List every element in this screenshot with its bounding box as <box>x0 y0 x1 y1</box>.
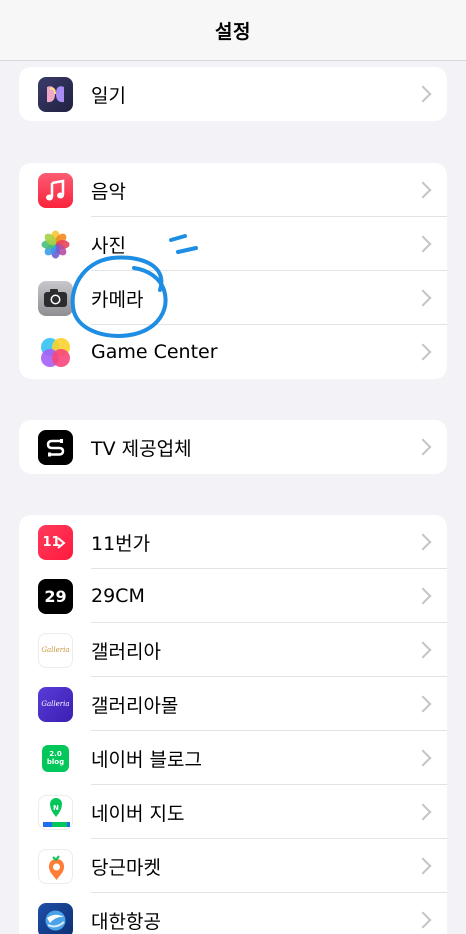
naver-blog-badge: 2.0 blog <box>42 744 69 772</box>
chevron-right-icon <box>414 695 432 713</box>
settings-row-korean-air[interactable]: 대한항공 <box>19 893 447 934</box>
settings-row-label: 갤러리아 <box>91 640 161 663</box>
settings-row-29cm[interactable]: 29 29CM <box>19 569 447 623</box>
naver-blog-icon: 2.0 blog <box>38 740 73 776</box>
settings-row-camera[interactable]: 카메라 <box>19 271 447 325</box>
naver-map-icon: N <box>38 794 73 830</box>
settings-row-game-center[interactable]: Game Center <box>19 325 447 379</box>
settings-row-journal[interactable]: 일기 <box>19 67 447 121</box>
settings-group-apps: 11 11번가 29 29CM Galleria 갤러리아 Galleria 갤… <box>19 515 447 934</box>
settings-row-galleria[interactable]: Galleria 갤러리아 <box>19 623 447 677</box>
settings-row-label: 11번가 <box>91 532 151 555</box>
settings-group-media: 음악 사진 카메라 Game Center <box>19 163 447 379</box>
settings-row-label: Game Center <box>91 341 218 363</box>
chevron-right-icon <box>414 85 432 103</box>
settings-row-label: 대한항공 <box>91 910 161 933</box>
chevron-right-icon <box>414 749 432 767</box>
chevron-right-icon <box>414 235 432 253</box>
tv-provider-icon <box>38 429 73 465</box>
chevron-right-icon <box>414 438 432 456</box>
chevron-right-icon <box>414 181 432 199</box>
settings-row-music[interactable]: 음악 <box>19 163 447 217</box>
chevron-right-icon <box>414 911 432 929</box>
11st-icon: 11 <box>38 524 73 560</box>
page-title: 설정 <box>215 20 251 43</box>
settings-row-naver-blog[interactable]: 2.0 blog 네이버 블로그 <box>19 731 447 785</box>
chevron-right-icon <box>414 343 432 361</box>
chevron-right-icon <box>414 641 432 659</box>
settings-row-11st[interactable]: 11 11번가 <box>19 515 447 569</box>
settings-row-label: 네이버 지도 <box>91 802 185 825</box>
settings-row-label: 네이버 블로그 <box>91 748 202 771</box>
settings-row-label: TV 제공업체 <box>91 437 192 460</box>
settings-row-label: 갤러리아몰 <box>91 694 179 717</box>
settings-row-daangn[interactable]: 당근마켓 <box>19 839 447 893</box>
settings-row-photos[interactable]: 사진 <box>19 217 447 271</box>
29cm-icon: 29 <box>38 578 73 614</box>
galleria-mall-icon: Galleria <box>38 686 73 722</box>
settings-row-label: 29CM <box>91 585 145 607</box>
chevron-right-icon <box>414 857 432 875</box>
settings-group-tv: TV 제공업체 <box>19 420 447 474</box>
chevron-right-icon <box>414 803 432 821</box>
icon-badge-text: Galleria <box>41 700 70 708</box>
chevron-right-icon <box>414 533 432 551</box>
settings-row-label: 당근마켓 <box>91 856 161 879</box>
settings-row-label: 사진 <box>91 234 126 257</box>
camera-icon <box>38 280 73 316</box>
settings-row-label: 음악 <box>91 180 126 203</box>
chevron-right-icon <box>414 289 432 307</box>
settings-row-label: 일기 <box>91 84 126 107</box>
settings-row-tv-provider[interactable]: TV 제공업체 <box>19 420 447 474</box>
galleria-icon: Galleria <box>38 632 73 668</box>
icon-badge-text: N <box>53 803 59 812</box>
icon-badge-text: 29 <box>44 586 67 606</box>
settings-group-journal: 일기 <box>19 67 447 121</box>
daangn-icon <box>38 848 73 884</box>
settings-row-galleria-mall[interactable]: Galleria 갤러리아몰 <box>19 677 447 731</box>
game-center-icon <box>38 334 73 370</box>
music-icon <box>38 172 73 208</box>
journal-icon <box>38 76 73 112</box>
photos-icon <box>38 226 73 262</box>
nav-bar: 설정 <box>0 0 466 61</box>
settings-row-naver-map[interactable]: N 네이버 지도 <box>19 785 447 839</box>
korean-air-icon <box>38 902 73 934</box>
settings-row-label: 카메라 <box>91 288 144 311</box>
icon-badge-text: Galleria <box>41 646 70 654</box>
chevron-right-icon <box>414 587 432 605</box>
icon-badge-text: 2.0 blog <box>46 750 65 766</box>
